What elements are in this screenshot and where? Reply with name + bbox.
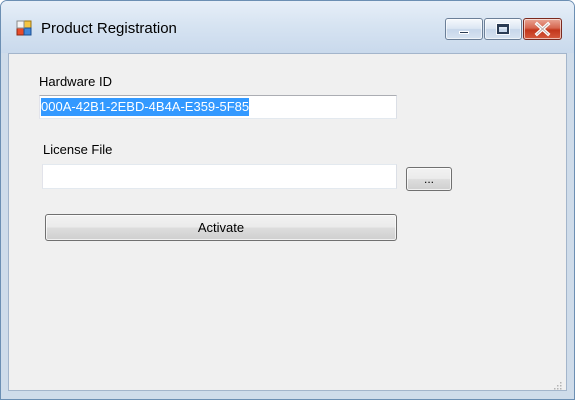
close-icon [534,20,551,38]
activate-button[interactable]: Activate [45,214,397,241]
client-area: Hardware ID 000A-42B1-2EBD-4B4A-E359-5F8… [8,53,567,391]
window-title: Product Registration [41,20,177,37]
maximize-button[interactable] [484,18,522,40]
hardware-id-value: 000A-42B1-2EBD-4B4A-E359-5F85 [41,98,250,116]
license-file-field[interactable] [42,164,397,189]
maximize-icon [496,23,510,35]
hardware-id-field[interactable]: 000A-42B1-2EBD-4B4A-E359-5F85 [39,95,397,119]
page: Product Registration Hardware ID 000A-42… [0,0,575,400]
caption-buttons [445,18,562,40]
title-bar[interactable]: Product Registration [1,1,574,53]
browse-button[interactable]: ... [406,167,452,191]
minimize-button[interactable] [445,18,483,40]
resize-grip-icon[interactable] [553,377,562,390]
close-button[interactable] [523,18,562,40]
license-file-label: License File [43,142,113,157]
hardware-id-label: Hardware ID [39,74,112,89]
product-registration-window: Product Registration Hardware ID 000A-42… [0,0,575,400]
app-icon [16,20,33,37]
minimize-icon [459,31,469,34]
